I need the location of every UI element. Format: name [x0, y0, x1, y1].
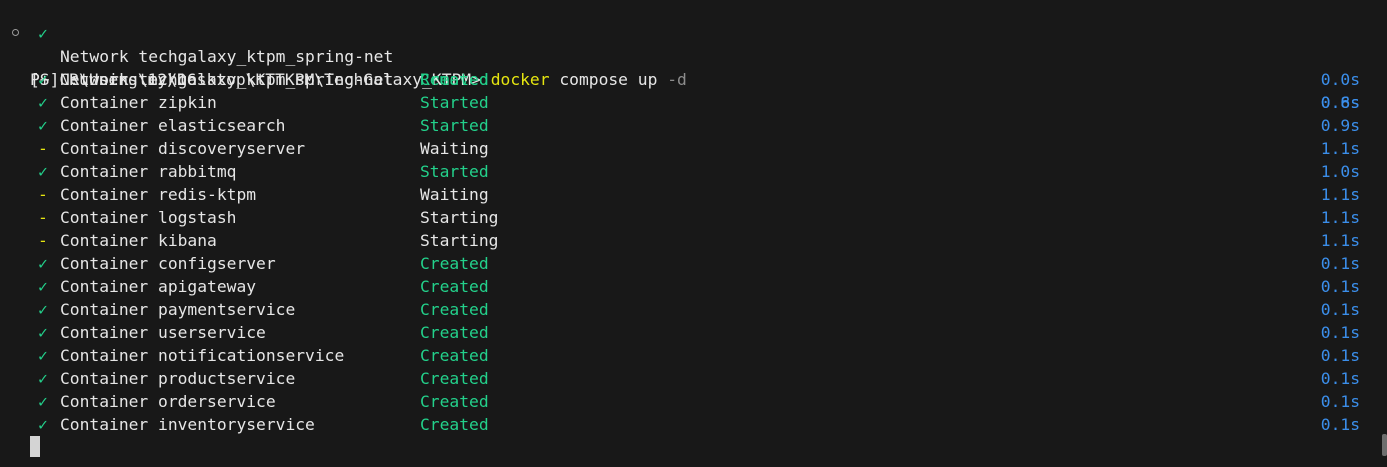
check-icon: ✓ — [38, 93, 48, 112]
resource-duration: 0.1s — [1320, 254, 1360, 273]
resource-name: Container elasticsearch — [60, 116, 286, 135]
compose-item-row: - Container discoveryserver Waiting 1.1s — [0, 137, 1387, 160]
resource-state: Created — [420, 323, 489, 342]
scrollbar-thumb[interactable] — [1382, 434, 1387, 456]
check-icon: ✓ — [38, 162, 48, 181]
compose-item-row: - Container logstash Starting 1.1s — [0, 206, 1387, 229]
resource-name: Container configserver — [60, 254, 276, 273]
resource-duration: 0.9s — [1320, 116, 1360, 135]
resource-state: Starting — [420, 231, 499, 250]
resource-name: Network techgalaxy_ktpm_spring-net — [60, 70, 394, 89]
compose-item-row: ✓ Container userservice Created 0.1s — [0, 321, 1387, 344]
resource-duration: 1.1s — [1320, 185, 1360, 204]
resource-name: Container kibana — [60, 231, 217, 250]
resource-state: Created — [420, 346, 489, 365]
resource-state: Started — [420, 116, 489, 135]
resource-name: Container zipkin — [60, 93, 217, 112]
check-icon: ✓ — [38, 116, 48, 135]
resource-name: Container logstash — [60, 208, 237, 227]
check-icon: ✓ — [38, 392, 48, 411]
compose-item-row: ✓ Container inventoryservice Created 0.1s — [0, 413, 1387, 436]
resource-state: Started — [420, 162, 489, 181]
compose-item-row: ✓ Container apigateway Created 0.1s — [0, 275, 1387, 298]
resource-duration: 1.0s — [1320, 162, 1360, 181]
prompt-line: PS C:\Users\my\Desktop\KTTKPM\TechGalaxy… — [0, 22, 1387, 89]
resource-duration: 0.1s — [1320, 392, 1360, 411]
resource-name: Container productservice — [60, 369, 296, 388]
resource-state: Created — [420, 415, 489, 434]
resource-duration: 0.0s — [1320, 70, 1360, 89]
check-icon: ✓ — [38, 323, 48, 342]
check-icon: ✓ — [38, 70, 48, 89]
resource-name: Container userservice — [60, 323, 266, 342]
pending-dash-icon: - — [38, 139, 48, 158]
compose-item-row: ✓ Container elasticsearch Started 0.9s — [0, 114, 1387, 137]
compose-item-row: ✓ Container zipkin Started 0.8s — [0, 91, 1387, 114]
compose-item-row: ✓ Container notificationservice Created 0.1… — [0, 344, 1387, 367]
check-icon: ✓ — [38, 277, 48, 296]
command-status-icon[interactable] — [12, 29, 19, 36]
resource-name: Container paymentservice — [60, 300, 296, 319]
resource-duration: 0.1s — [1320, 277, 1360, 296]
resource-name: Container inventoryservice — [60, 415, 315, 434]
resource-duration: 0.1s — [1320, 415, 1360, 434]
compose-item-row: ✓ Container configserver Created 0.1s — [0, 252, 1387, 275]
check-icon: ✓ — [38, 346, 48, 365]
resource-duration: 0.8s — [1320, 93, 1360, 112]
resource-duration: 0.1s — [1320, 323, 1360, 342]
compose-item-row: ✓ Network techgalaxy_ktpm_spring-net Creat… — [0, 68, 1387, 91]
resource-name: Container rabbitmq — [60, 162, 237, 181]
resource-state: Created — [420, 277, 489, 296]
resource-name: Container apigateway — [60, 277, 257, 296]
resource-duration: 0.1s — [1320, 300, 1360, 319]
resource-state: Created — [420, 70, 489, 89]
previous-output-line: ✓ Network techgalaxy_ktpm_spring-net Rem… — [0, 0, 1387, 112]
terminal-cursor — [30, 436, 40, 457]
compose-item-row: - Container kibana Starting 1.1s — [0, 229, 1387, 252]
resource-duration: 1.1s — [1320, 208, 1360, 227]
pending-dash-icon: - — [38, 185, 48, 204]
resource-duration: 0.1s — [1320, 369, 1360, 388]
resource-name: Container discoveryserver — [60, 139, 306, 158]
pending-dash-icon: - — [38, 208, 48, 227]
compose-item-row: ✓ Container orderservice Created 0.1s — [0, 390, 1387, 413]
resource-duration: 0.1s — [1320, 346, 1360, 365]
resource-state: Created — [420, 254, 489, 273]
check-icon: ✓ — [38, 300, 48, 319]
compose-item-row: ✓ Container productservice Created 0.1s — [0, 367, 1387, 390]
compose-item-row: - Container redis-ktpm Waiting 1.1s — [0, 183, 1387, 206]
resource-state: Created — [420, 369, 489, 388]
compose-item-row: ✓ Container paymentservice Created 0.1s — [0, 298, 1387, 321]
resource-state: Created — [420, 300, 489, 319]
resource-state: Starting — [420, 208, 499, 227]
resource-duration: 1.1s — [1320, 139, 1360, 158]
resource-state: Waiting — [420, 139, 489, 158]
resource-state: Waiting — [420, 185, 489, 204]
check-icon: ✓ — [38, 369, 48, 388]
terminal-output[interactable]: ✓ Network techgalaxy_ktpm_spring-net Rem… — [0, 0, 1387, 467]
resource-name: Container notificationservice — [60, 346, 345, 365]
check-icon: ✓ — [38, 254, 48, 273]
pending-dash-icon: - — [38, 231, 48, 250]
check-icon: ✓ — [38, 415, 48, 434]
resource-state: Started — [420, 93, 489, 112]
resource-name: Container orderservice — [60, 392, 276, 411]
resource-name: Container redis-ktpm — [60, 185, 257, 204]
compose-item-row: ✓ Container rabbitmq Started 1.0s — [0, 160, 1387, 183]
resource-duration: 1.1s — [1320, 231, 1360, 250]
running-status-line: [+] Running 12/16 — [0, 45, 1387, 89]
resource-state: Created — [420, 392, 489, 411]
